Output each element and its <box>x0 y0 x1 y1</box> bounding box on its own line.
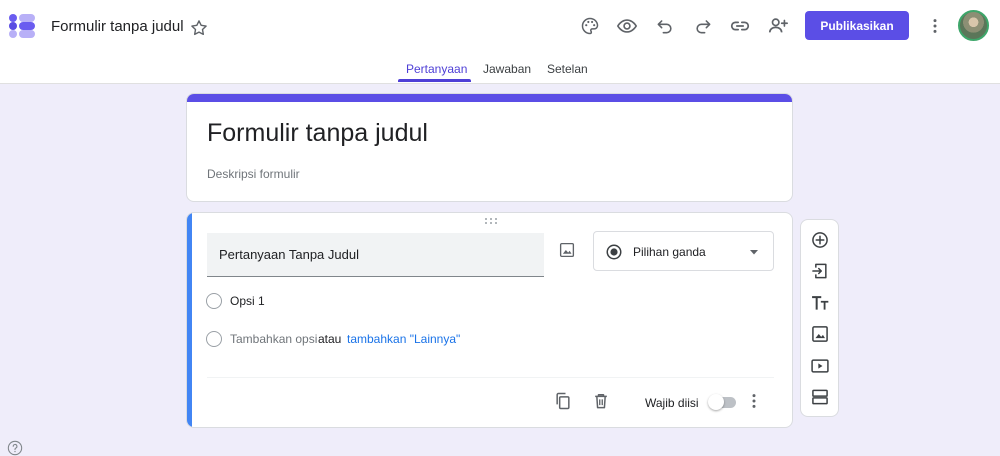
avatar[interactable] <box>958 10 989 41</box>
forms-logo-icon[interactable] <box>8 13 36 39</box>
question-more-icon[interactable] <box>744 391 764 411</box>
document-title[interactable]: Formulir tanpa judul <box>51 18 184 35</box>
active-indicator <box>187 213 192 427</box>
publish-button[interactable]: Publikasikan <box>805 11 909 40</box>
form-header-card[interactable]: Formulir tanpa judul Deskripsi formulir <box>186 93 793 202</box>
footer-divider <box>207 377 774 378</box>
undo-icon[interactable] <box>653 14 677 38</box>
add-image-icon[interactable] <box>810 324 830 344</box>
option-radio <box>206 293 222 309</box>
dropdown-arrow-icon <box>749 247 759 257</box>
form-title-input[interactable]: Formulir tanpa judul <box>207 119 428 148</box>
required-label: Wajib diisi <box>645 396 699 410</box>
tab-settings[interactable]: Setelan <box>547 62 588 76</box>
active-tab-indicator <box>398 79 471 82</box>
add-option-link[interactable]: Tambahkan opsi <box>230 332 317 346</box>
option-1-label[interactable]: Opsi 1 <box>230 294 265 308</box>
preview-eye-icon[interactable] <box>615 14 639 38</box>
radio-checked-icon <box>605 243 623 261</box>
or-label: atau <box>318 332 342 346</box>
question-title-input[interactable]: Pertanyaan Tanpa Judul <box>207 233 544 277</box>
question-type-dropdown[interactable]: Pilihan ganda <box>593 231 774 271</box>
question-title-text: Pertanyaan Tanpa Judul <box>219 247 359 262</box>
duplicate-icon[interactable] <box>553 391 573 411</box>
palette-icon[interactable] <box>578 14 602 38</box>
theme-strip <box>187 94 792 102</box>
link-icon[interactable] <box>728 14 752 38</box>
tab-questions[interactable]: Pertanyaan <box>406 62 467 76</box>
required-toggle[interactable] <box>708 394 736 410</box>
form-description-input[interactable]: Deskripsi formulir <box>207 167 300 181</box>
add-option-radio <box>206 331 222 347</box>
drag-handle-icon[interactable] <box>483 217 499 225</box>
delete-icon[interactable] <box>591 391 611 411</box>
help-icon[interactable] <box>7 440 23 456</box>
redo-icon[interactable] <box>691 14 715 38</box>
add-video-icon[interactable] <box>810 356 830 376</box>
add-other-link[interactable]: tambahkan "Lainnya" <box>347 332 460 346</box>
star-icon[interactable] <box>189 18 209 38</box>
import-questions-icon[interactable] <box>810 261 830 281</box>
question-type-label: Pilihan ganda <box>633 245 706 259</box>
add-collaborator-icon[interactable] <box>766 14 790 38</box>
tab-bar: Pertanyaan Jawaban Setelan <box>0 56 1000 83</box>
add-image-icon[interactable] <box>558 241 576 259</box>
tab-responses[interactable]: Jawaban <box>483 62 531 76</box>
top-bar: Formulir tanpa judul Publikasikan Pertan… <box>0 0 1000 84</box>
add-question-icon[interactable] <box>810 230 830 250</box>
add-section-icon[interactable] <box>810 387 830 407</box>
side-toolbar <box>800 219 839 417</box>
add-title-icon[interactable] <box>810 293 830 313</box>
more-vert-icon[interactable] <box>923 14 947 38</box>
question-card[interactable]: Pertanyaan Tanpa Judul Pilihan ganda Ops… <box>186 212 793 428</box>
